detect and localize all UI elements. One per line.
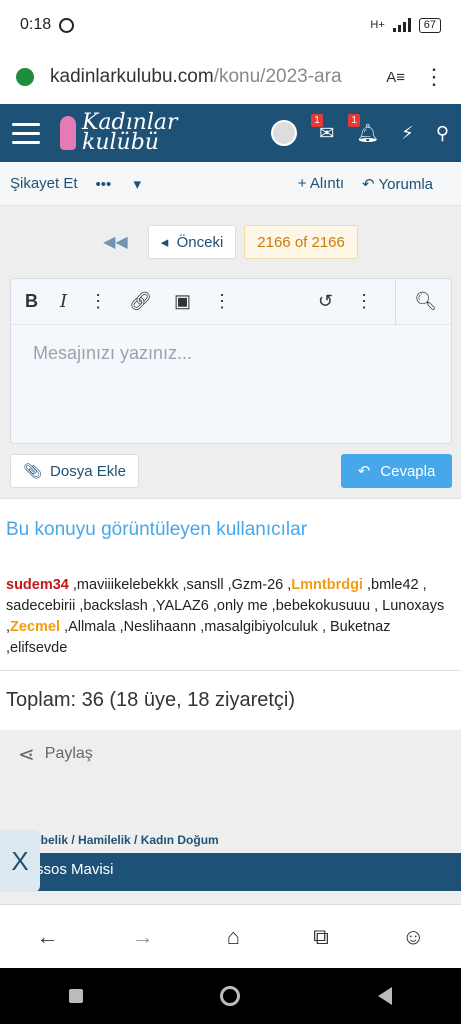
- pagination: ◀◀ ◂ Önceki 2166 of 2166: [0, 206, 461, 278]
- user-link[interactable]: Zecmel: [10, 619, 60, 635]
- account-icon[interactable]: ☺: [402, 924, 424, 950]
- submit-reply-button[interactable]: ↶ Cevapla: [341, 454, 452, 488]
- paperclip-icon: 📎︎: [23, 463, 43, 480]
- translate-icon[interactable]: A≡: [386, 69, 405, 86]
- more-actions-button[interactable]: ••• ▾: [96, 175, 141, 193]
- signal-icon: [392, 18, 411, 32]
- back-icon[interactable]: ←: [37, 924, 59, 950]
- undo-icon[interactable]: ↺: [318, 291, 333, 312]
- breadcrumb[interactable]: ebelik / Hamilelik / Kadın Doğum: [34, 833, 219, 847]
- share-button[interactable]: ⋖ Paylaş: [0, 730, 461, 778]
- site-header: Kadınlar kulübü ✉ 1 🔔︎ 1 ⚡︎ ⚲: [0, 104, 461, 162]
- forward-icon[interactable]: →: [132, 924, 154, 950]
- system-navigation-bar: [0, 968, 461, 1024]
- viewers-total: Toplam: 36 (18 üye, 18 ziyaretçi): [0, 670, 461, 730]
- image-icon[interactable]: ▣: [174, 291, 191, 312]
- recents-icon[interactable]: [68, 989, 83, 1003]
- user-link[interactable]: sudem34: [6, 577, 69, 593]
- first-page-icon[interactable]: ◀◀: [103, 232, 128, 252]
- report-link[interactable]: Şikayet Et: [10, 175, 78, 192]
- editor-toolbar: B I ⋮ 🔗︎ ▣ ⋮ ↺ ⋮ 🔍︎: [11, 278, 451, 325]
- share-icon: ⋖: [18, 743, 35, 766]
- clock: 0:18: [20, 16, 52, 33]
- home-button-icon[interactable]: [220, 986, 241, 1006]
- battery-icon: 67: [418, 17, 441, 33]
- browser-url-bar[interactable]: kadinlarkulubu.com/konu/2023-ara A≡ ⋮: [0, 50, 461, 104]
- menu-icon[interactable]: [12, 122, 40, 144]
- browser-menu-icon[interactable]: ⋮: [423, 64, 445, 90]
- network-type: H+: [370, 19, 385, 31]
- avatar[interactable]: [271, 120, 298, 146]
- bell-icon[interactable]: 🔔︎ 1: [348, 113, 379, 144]
- previous-page-button[interactable]: ◂ Önceki: [147, 225, 237, 259]
- current-page-indicator[interactable]: 2166 of 2166: [244, 225, 358, 259]
- messages-icon[interactable]: ✉ 1: [311, 113, 334, 144]
- more-format-icon[interactable]: ⋮: [89, 291, 107, 312]
- preview-icon[interactable]: 🔍︎: [395, 278, 437, 325]
- secure-lock-icon: [16, 68, 34, 86]
- post-action-bar: Şikayet Et ••• ▾ + Alıntı ↶ Yorumla: [0, 162, 461, 206]
- logo-figure-icon: [60, 116, 76, 150]
- footer-area: ebelik / Hamilelik / Kadın Doğum ssos Ma…: [0, 778, 461, 904]
- close-ad-button[interactable]: X: [0, 830, 40, 892]
- viewers-title: Bu konuyu görüntüleyen kullanıcılar: [6, 519, 308, 540]
- lightning-icon[interactable]: ⚡︎: [401, 123, 414, 144]
- url-text[interactable]: kadinlarkulubu.com/konu/2023-ara: [50, 66, 368, 88]
- italic-icon[interactable]: I: [60, 291, 67, 312]
- user-link[interactable]: Lmntbrdgi: [291, 577, 363, 593]
- more-insert-icon[interactable]: ⋮: [213, 291, 231, 312]
- search-icon[interactable]: ⚲: [436, 123, 449, 144]
- bold-icon[interactable]: B: [25, 291, 38, 312]
- messages-badge: 1: [311, 113, 323, 127]
- message-input[interactable]: Mesajınızı yazınız...: [11, 325, 451, 382]
- alarm-icon: [59, 17, 75, 33]
- reply-link[interactable]: ↶ Yorumla: [362, 175, 451, 193]
- quote-link[interactable]: + Alıntı: [298, 175, 344, 192]
- reply-icon: ↶: [357, 463, 371, 480]
- style-chooser[interactable]: ssos Mavisi: [0, 853, 461, 891]
- attach-file-button[interactable]: 📎︎ Dosya Ekle: [10, 454, 139, 488]
- viewers-list: sudem34 ,maviiikelebekkk ,sansll ,Gzm-26…: [6, 577, 445, 656]
- more-options-icon[interactable]: ⋮: [355, 291, 373, 312]
- status-bar: 0:18 H+ 67: [0, 0, 461, 50]
- browser-bottom-bar: ← → ⌂ ⧉ ☺: [0, 904, 461, 968]
- alerts-badge: 1: [348, 113, 360, 127]
- site-logo[interactable]: Kadınlar kulübü: [60, 112, 178, 154]
- reply-editor-section: B I ⋮ 🔗︎ ▣ ⋮ ↺ ⋮ 🔍︎ Mesajınızı yazınız..…: [0, 278, 461, 498]
- link-icon[interactable]: 🔗︎: [129, 291, 152, 312]
- home-icon[interactable]: ⌂: [227, 924, 240, 950]
- viewers-block: Bu konuyu görüntüleyen kullanıcılar sude…: [0, 498, 461, 670]
- system-back-icon[interactable]: [378, 987, 393, 1005]
- reply-editor: B I ⋮ 🔗︎ ▣ ⋮ ↺ ⋮ 🔍︎ Mesajınızı yazınız..…: [10, 278, 452, 444]
- tabs-icon[interactable]: ⧉: [313, 924, 329, 950]
